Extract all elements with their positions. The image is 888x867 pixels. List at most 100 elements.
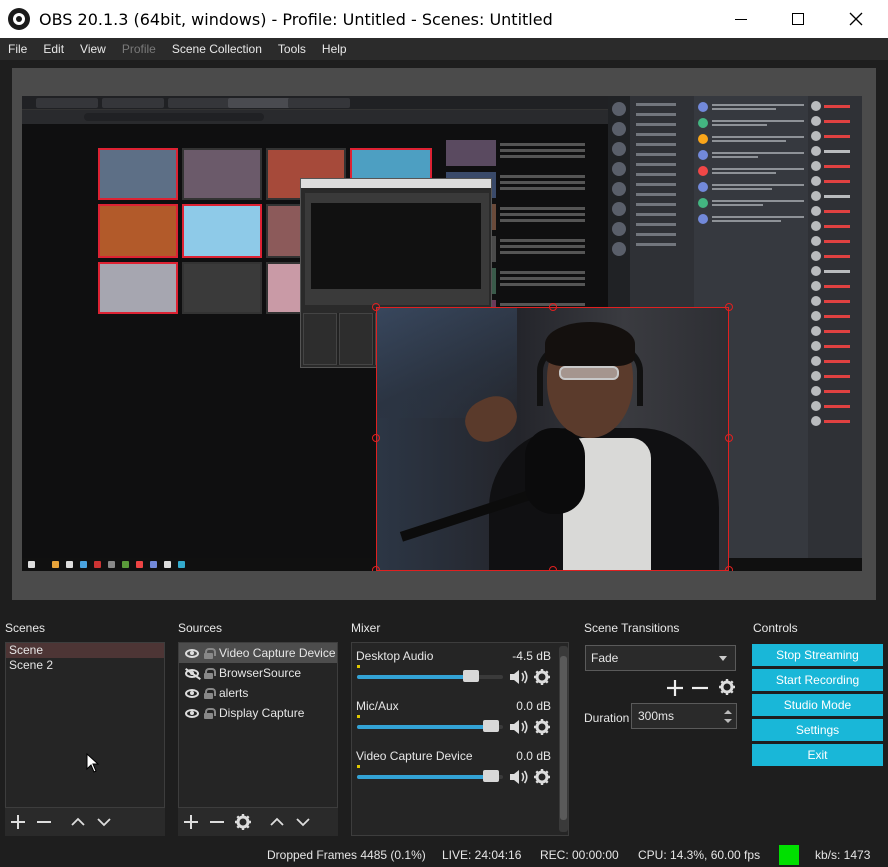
resize-handle[interactable] — [725, 434, 733, 442]
volume-slider[interactable] — [357, 720, 503, 732]
gear-icon[interactable] — [533, 768, 551, 786]
lock-icon[interactable] — [204, 708, 216, 719]
add-source-button[interactable] — [178, 810, 204, 834]
volume-slider[interactable] — [357, 670, 503, 682]
scenes-dock-title: Scenes — [5, 621, 46, 635]
visibility-eye-icon[interactable] — [185, 708, 199, 718]
scene-item[interactable]: Scene — [6, 643, 164, 658]
spin-up-icon[interactable] — [724, 710, 732, 714]
gear-icon — [235, 814, 251, 830]
studio-mode-button[interactable]: Studio Mode — [752, 694, 883, 716]
gear-icon[interactable] — [533, 718, 551, 736]
title-bar: OBS 20.1.3 (64bit, windows) - Profile: U… — [0, 0, 888, 38]
menu-view[interactable]: View — [72, 42, 114, 56]
volume-knob[interactable] — [483, 770, 500, 782]
volume-meter — [357, 665, 360, 668]
plus-icon — [184, 815, 198, 829]
menu-file[interactable]: File — [0, 42, 35, 56]
controls-dock-title: Controls — [753, 621, 798, 635]
live-timer: LIVE: 24:04:16 — [442, 848, 522, 862]
audio-mixer: Desktop Audio -4.5 dB Mic/Aux 0.0 dB Vid… — [351, 642, 569, 836]
volume-meter — [357, 715, 360, 718]
minus-icon — [37, 821, 51, 823]
source-properties-button[interactable] — [230, 810, 256, 834]
preview-canvas[interactable] — [22, 96, 862, 571]
visibility-eye-icon[interactable] — [185, 688, 199, 698]
menu-profile[interactable]: Profile — [114, 42, 164, 56]
channel-name: Mic/Aux — [356, 699, 399, 713]
volume-slider[interactable] — [357, 770, 503, 782]
add-scene-button[interactable] — [5, 810, 31, 834]
transition-properties-gear-icon[interactable] — [718, 678, 736, 696]
lock-icon[interactable] — [204, 688, 216, 699]
resize-handle[interactable] — [549, 303, 557, 311]
stop-streaming-button[interactable]: Stop Streaming — [752, 644, 883, 666]
visibility-hidden-icon[interactable] — [185, 668, 199, 678]
move-scene-down-button[interactable] — [91, 810, 117, 834]
move-source-up-button[interactable] — [264, 810, 290, 834]
transition-select[interactable]: Fade — [585, 645, 736, 671]
resize-handle[interactable] — [549, 566, 557, 571]
start-recording-button[interactable]: Start Recording — [752, 669, 883, 691]
lock-icon[interactable] — [204, 668, 216, 679]
scene-transitions-panel: Fade Duration 300ms — [580, 642, 740, 742]
minimize-button[interactable] — [715, 0, 767, 38]
mixer-channel: Desktop Audio -4.5 dB — [355, 645, 555, 695]
close-icon — [849, 12, 863, 26]
close-button[interactable] — [830, 0, 882, 38]
source-item[interactable]: Display Capture — [179, 703, 337, 723]
chevron-up-icon — [71, 817, 85, 826]
scene-item[interactable]: Scene 2 — [6, 658, 164, 673]
menu-edit[interactable]: Edit — [35, 42, 72, 56]
resize-handle[interactable] — [372, 303, 380, 311]
menu-bar: File Edit View Profile Scene Collection … — [0, 38, 888, 60]
settings-button[interactable]: Settings — [752, 719, 883, 741]
sources-list[interactable]: Video Capture Device BrowserSource alert… — [178, 642, 338, 808]
scenes-list[interactable]: Scene Scene 2 — [5, 642, 165, 808]
source-label: alerts — [219, 686, 249, 700]
lock-icon[interactable] — [204, 648, 216, 659]
browser-tabs — [22, 96, 608, 110]
mixer-scrollbar[interactable] — [559, 646, 568, 832]
volume-meter — [357, 765, 360, 768]
volume-knob[interactable] — [483, 720, 500, 732]
window-title: OBS 20.1.3 (64bit, windows) - Profile: U… — [39, 9, 553, 29]
source-item[interactable]: Video Capture Device — [179, 643, 337, 663]
resize-handle[interactable] — [372, 566, 380, 571]
minus-icon — [210, 821, 224, 823]
resize-handle[interactable] — [725, 303, 733, 311]
duration-spinbox[interactable]: 300ms — [631, 703, 737, 729]
channel-db: 0.0 dB — [516, 749, 551, 763]
menu-tools[interactable]: Tools — [270, 42, 314, 56]
duration-label: Duration — [584, 711, 630, 725]
speaker-icon[interactable] — [509, 669, 529, 685]
visibility-eye-icon[interactable] — [185, 648, 199, 658]
spin-down-icon[interactable] — [724, 719, 732, 723]
remove-scene-button[interactable] — [31, 810, 57, 834]
speaker-icon[interactable] — [509, 719, 529, 735]
resize-handle[interactable] — [372, 434, 380, 442]
menu-help[interactable]: Help — [314, 42, 355, 56]
move-scene-up-button[interactable] — [65, 810, 91, 834]
transitions-dock-title: Scene Transitions — [584, 621, 680, 635]
menu-scene-collection[interactable]: Scene Collection — [164, 42, 270, 56]
gear-icon[interactable] — [533, 668, 551, 686]
volume-knob[interactable] — [462, 670, 479, 682]
rec-timer: REC: 00:00:00 — [540, 848, 619, 862]
mixer-channel: Video Capture Device 0.0 dB — [355, 745, 555, 795]
move-source-down-button[interactable] — [290, 810, 316, 834]
speaker-icon[interactable] — [509, 769, 529, 785]
source-item[interactable]: alerts — [179, 683, 337, 703]
add-transition-button[interactable] — [665, 678, 685, 698]
source-item[interactable]: BrowserSource — [179, 663, 337, 683]
remove-transition-button[interactable] — [690, 678, 710, 698]
scrollbar-thumb[interactable] — [560, 656, 567, 820]
chevron-down-icon — [296, 818, 310, 827]
remove-source-button[interactable] — [204, 810, 230, 834]
video-capture-source[interactable] — [376, 307, 729, 571]
source-label: BrowserSource — [219, 666, 302, 680]
resize-handle[interactable] — [725, 566, 733, 571]
maximize-button[interactable] — [772, 0, 824, 38]
exit-button[interactable]: Exit — [752, 744, 883, 766]
volume-fill — [357, 675, 471, 679]
